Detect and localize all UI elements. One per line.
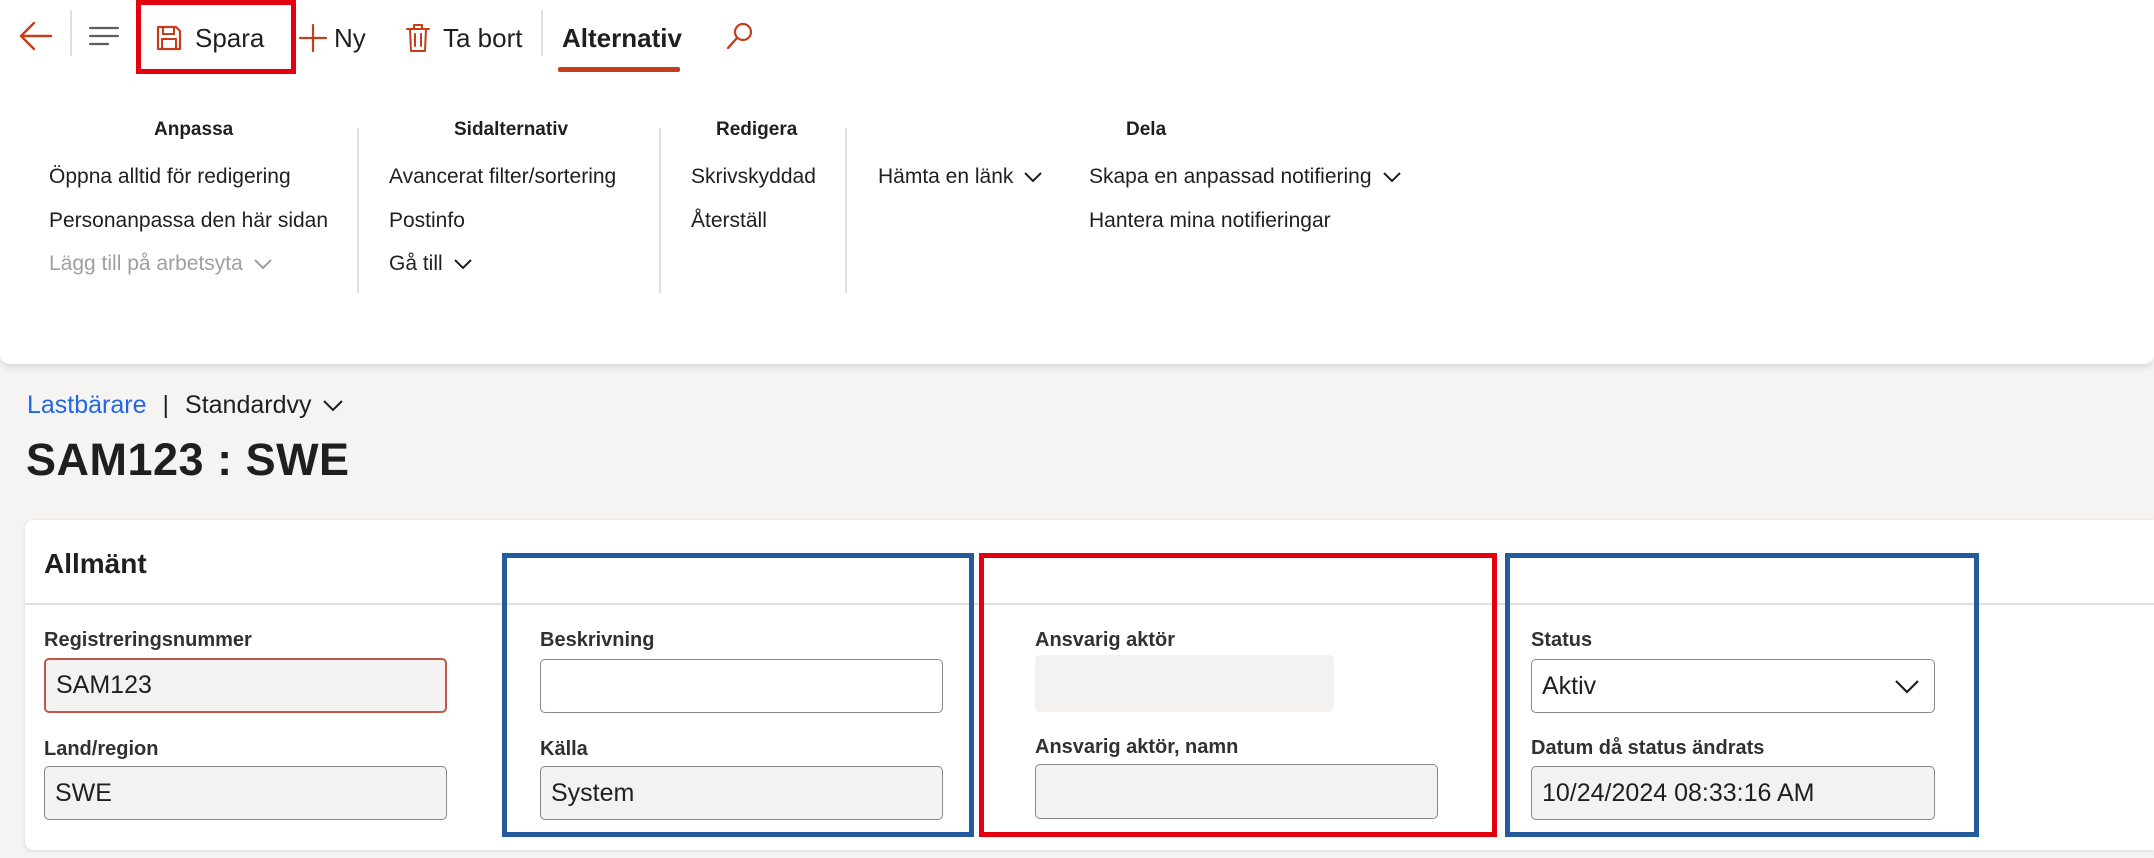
- menu-item-label: Postinfo: [389, 209, 465, 232]
- save-icon: [156, 25, 182, 51]
- chevron-down-icon: [1382, 172, 1401, 183]
- group-title-redigera: Redigera: [716, 119, 798, 140]
- status-value: Aktiv: [1542, 671, 1597, 700]
- reg-number-field[interactable]: SAM123: [44, 658, 447, 713]
- group-title-anpassa: Anpassa: [154, 119, 234, 140]
- menu-item-label: Återställ: [691, 209, 767, 232]
- source-label: Källa: [540, 738, 588, 760]
- menu-item-label: Personanpassa den här sidan: [49, 209, 329, 232]
- new-button[interactable]: Ny: [298, 18, 366, 58]
- menu-item-advanced-filter[interactable]: Avancerat filter/sortering: [389, 165, 616, 189]
- hamburger-icon: [88, 26, 120, 46]
- breadcrumb: Lastbärare | Standardvy: [27, 391, 344, 420]
- breadcrumb-separator: |: [162, 391, 170, 419]
- search-icon: [726, 22, 753, 50]
- status-date-label: Datum då status ändrats: [1531, 737, 1765, 759]
- responsible-label: Ansvarig aktör: [1035, 629, 1176, 651]
- menu-item-get-link[interactable]: Hämta en länk: [878, 165, 1043, 189]
- delete-label: Ta bort: [443, 22, 523, 53]
- menu-item-label: Lägg till på arbetsyta: [49, 252, 243, 275]
- menu-item-label: Gå till: [389, 252, 443, 275]
- group-divider: [659, 128, 661, 293]
- group-title-dela: Dela: [1126, 119, 1167, 140]
- menu-item-personalize[interactable]: Personanpassa den här sidan: [49, 209, 328, 233]
- responsible-field[interactable]: [1035, 655, 1334, 712]
- chevron-down-icon: [322, 400, 343, 412]
- search-button[interactable]: [724, 20, 756, 52]
- country-value: SWE: [55, 778, 112, 807]
- toolbar-divider: [70, 10, 72, 56]
- menu-item-always-open-edit[interactable]: Öppna alltid för redigering: [49, 165, 291, 189]
- group-title-sidalternativ: Sidalternativ: [454, 119, 569, 140]
- group-divider: [845, 128, 847, 293]
- view-selector[interactable]: Standardvy: [185, 391, 343, 420]
- menu-item-read-only[interactable]: Skrivskyddad: [691, 165, 816, 189]
- menu-item-manage-alerts[interactable]: Hantera mina notifieringar: [1089, 209, 1331, 233]
- menu-item-label: Hämta en länk: [878, 165, 1014, 188]
- save-label: Spara: [195, 22, 265, 53]
- view-name: Standardvy: [185, 391, 312, 419]
- action-pane: Spara Ny Ta bort Alternativ Anpassa Öppn…: [0, 0, 2154, 366]
- chevron-down-icon: [254, 259, 272, 270]
- page-title: SAM123 : SWE: [26, 434, 350, 485]
- plus-icon: [298, 23, 328, 53]
- menu-item-reset[interactable]: Återställ: [691, 209, 767, 233]
- description-label: Beskrivning: [540, 629, 655, 651]
- breadcrumb-link[interactable]: Lastbärare: [27, 391, 147, 420]
- group-divider: [357, 128, 359, 293]
- menu-item-add-to-workspace: Lägg till på arbetsyta: [49, 252, 273, 276]
- menu-item-label: Öppna alltid för redigering: [49, 165, 291, 188]
- chevron-down-icon: [1895, 679, 1919, 694]
- status-date-value: 10/24/2024 08:33:16 AM: [1542, 778, 1815, 807]
- tab-alternativ[interactable]: Alternativ: [562, 18, 682, 58]
- country-label: Land/region: [44, 738, 159, 760]
- toolbar-divider: [541, 10, 543, 56]
- status-label: Status: [1531, 629, 1593, 651]
- description-field[interactable]: [540, 659, 943, 713]
- menu-item-label: Hantera mina notifieringar: [1089, 209, 1331, 232]
- delete-button[interactable]: Ta bort: [405, 18, 523, 58]
- menu-item-label: Skapa en anpassad notifiering: [1089, 165, 1372, 188]
- active-tab-indicator: [558, 67, 680, 72]
- menu-item-go-to[interactable]: Gå till: [389, 252, 473, 276]
- chevron-down-icon: [453, 259, 472, 270]
- menu-item-custom-alert[interactable]: Skapa en anpassad notifiering: [1089, 165, 1402, 189]
- back-button[interactable]: [18, 20, 54, 52]
- tab-alternativ-label: Alternativ: [562, 22, 682, 53]
- reg-number-label: Registreringsnummer: [44, 629, 252, 651]
- trash-icon: [406, 24, 430, 52]
- menu-item-label: Avancerat filter/sortering: [389, 165, 617, 188]
- arrow-left-icon: [19, 21, 53, 51]
- responsible-name-field[interactable]: [1035, 764, 1438, 819]
- chevron-down-icon: [1024, 172, 1043, 183]
- reg-number-value: SAM123: [56, 671, 152, 699]
- source-field[interactable]: System: [540, 766, 943, 820]
- menu-item-label: Skrivskyddad: [691, 165, 816, 188]
- section-divider: [25, 603, 2154, 605]
- menu-button[interactable]: [88, 22, 120, 50]
- status-date-field[interactable]: 10/24/2024 08:33:16 AM: [1531, 766, 1935, 820]
- country-field[interactable]: SWE: [44, 766, 447, 820]
- responsible-name-label: Ansvarig aktör, namn: [1035, 736, 1239, 758]
- section-title[interactable]: Allmänt: [44, 548, 147, 580]
- status-select[interactable]: Aktiv: [1531, 659, 1935, 713]
- new-label: Ny: [334, 22, 366, 53]
- source-value: System: [551, 778, 635, 807]
- menu-item-record-info[interactable]: Postinfo: [389, 209, 465, 233]
- save-button[interactable]: Spara: [155, 18, 264, 58]
